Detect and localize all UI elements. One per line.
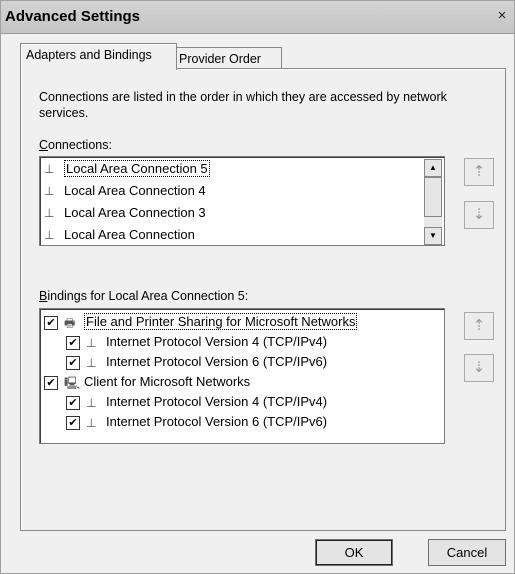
title-bar: Advanced Settings ×	[1, 1, 514, 34]
cancel-button[interactable]: Cancel	[428, 539, 506, 566]
advanced-settings-dialog: Advanced Settings × Adapters and Binding…	[0, 0, 515, 574]
tab-adapters-and-bindings[interactable]: Adapters and Bindings	[20, 43, 177, 70]
close-button[interactable]: ×	[492, 6, 512, 26]
tab-panel	[20, 68, 506, 531]
tab-provider-order[interactable]: Provider Order	[173, 47, 282, 70]
dialog-title: Advanced Settings	[5, 8, 141, 25]
ok-button[interactable]: OK	[315, 539, 393, 566]
